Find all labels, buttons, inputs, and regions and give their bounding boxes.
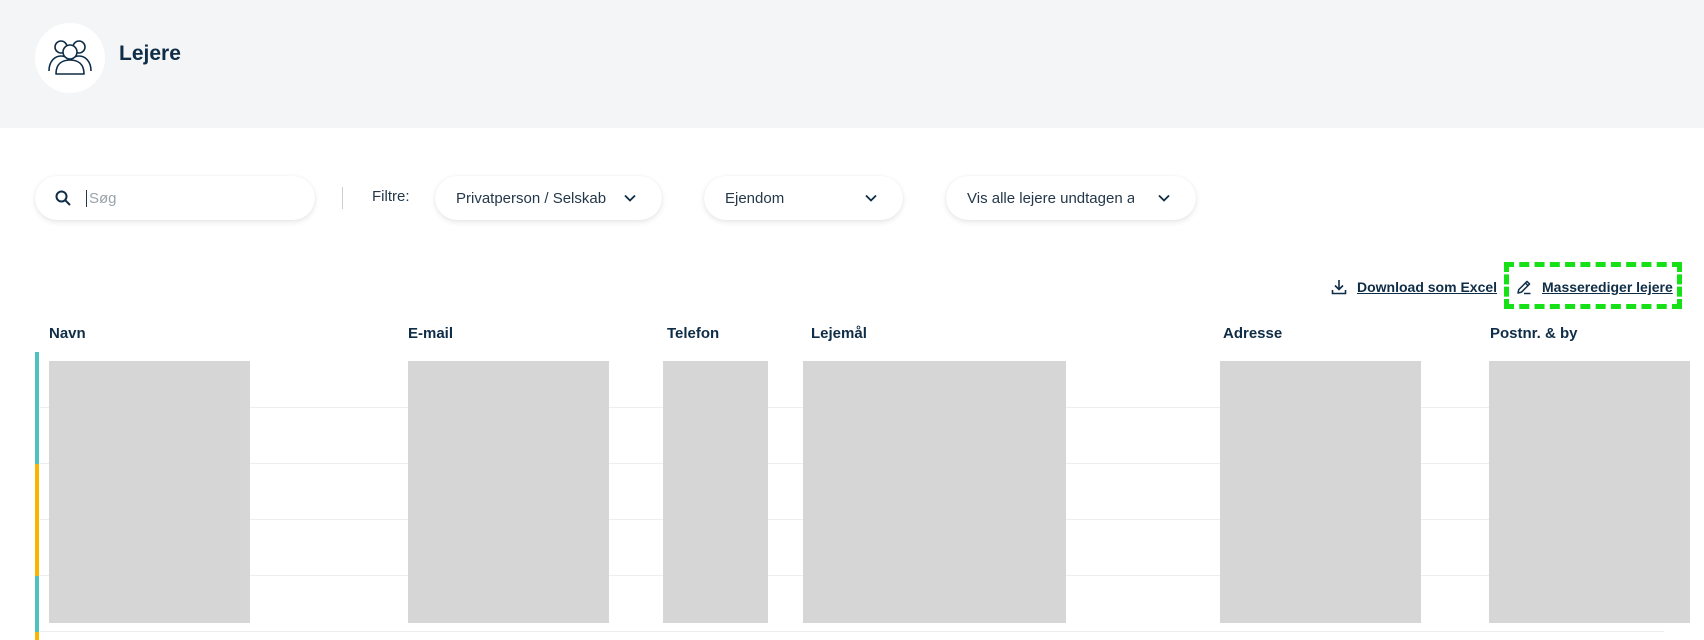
filter-label: Filtre: xyxy=(372,188,410,205)
row-status-bar xyxy=(35,576,39,632)
column-header-email: E-mail xyxy=(408,325,454,342)
row-status-bar xyxy=(35,464,39,576)
column-header-name: Navn xyxy=(49,325,86,342)
column-header-postal-city: Postnr. & by xyxy=(1490,325,1578,342)
visibility-filter-value: Vis alle lejere undtagen an xyxy=(967,189,1134,207)
redacted-name-column xyxy=(49,361,250,623)
row-status-bar xyxy=(35,352,39,464)
column-header-lease: Lejemål xyxy=(811,325,867,342)
redacted-lease-column xyxy=(803,361,1066,623)
download-icon xyxy=(1331,279,1347,295)
page-title: Lejere xyxy=(119,42,181,65)
search-box[interactable] xyxy=(35,176,315,220)
search-icon xyxy=(55,189,73,207)
row-divider xyxy=(40,631,1664,632)
type-filter-value: Privatperson / Selskab xyxy=(456,189,607,207)
mass-edit-highlight xyxy=(1504,262,1682,309)
chevron-down-icon xyxy=(1158,192,1170,204)
download-excel-button[interactable]: Download som Excel xyxy=(1331,276,1497,298)
avatar xyxy=(35,23,105,93)
page-header: Lejere xyxy=(0,0,1704,128)
column-header-address: Adresse xyxy=(1223,325,1283,342)
redacted-postal-city-column xyxy=(1489,361,1690,623)
redacted-address-column xyxy=(1220,361,1421,623)
filter-divider xyxy=(342,187,343,209)
property-filter-select[interactable]: Ejendom xyxy=(704,176,903,220)
column-header-phone: Telefon xyxy=(667,325,720,342)
chevron-down-icon xyxy=(865,192,877,204)
redacted-phone-column xyxy=(663,361,768,623)
search-input[interactable] xyxy=(86,189,286,207)
type-filter-select[interactable]: Privatperson / Selskab xyxy=(435,176,662,220)
users-icon xyxy=(47,37,93,80)
redacted-email-column xyxy=(408,361,609,623)
download-excel-label: Download som Excel xyxy=(1357,279,1498,295)
row-status-bar xyxy=(35,632,39,640)
property-filter-value: Ejendom xyxy=(725,189,785,207)
visibility-filter-select[interactable]: Vis alle lejere undtagen an xyxy=(946,176,1196,220)
chevron-down-icon xyxy=(624,192,636,204)
